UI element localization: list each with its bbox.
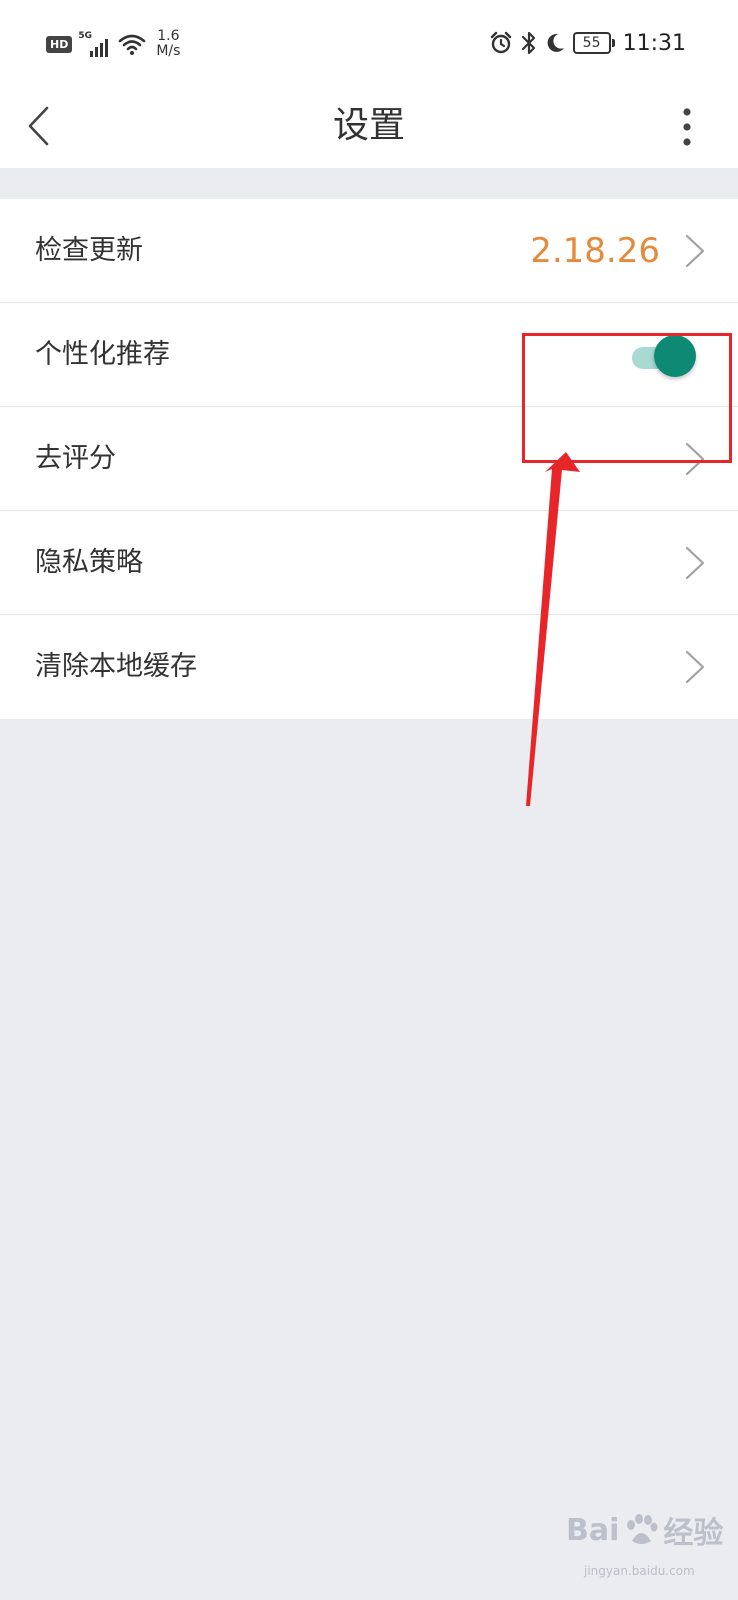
watermark-brand: Bai (566, 1512, 620, 1548)
network-speed: 1.6 M/s (156, 29, 180, 59)
navigation-bar: 设置 (0, 84, 738, 168)
privacy-policy-label: 隐私策略 (35, 547, 143, 578)
baidu-jingyan-watermark: Bai 经验 (566, 1508, 723, 1552)
chevron-right-icon (685, 546, 705, 580)
wifi-icon (119, 34, 146, 55)
more-vertical-icon (683, 108, 691, 146)
battery-indicator: 55 (572, 32, 615, 54)
paw-logo-icon (627, 1514, 658, 1544)
rate-app-label: 去评分 (35, 443, 116, 474)
watermark-brand-cn: 经验 (663, 1516, 724, 1551)
check-update-label: 检查更新 (35, 235, 143, 266)
annotation-highlight-box (522, 333, 732, 463)
version-number: 2.18.26 (530, 231, 660, 271)
status-time: 11:31 (622, 30, 686, 56)
check-update-item[interactable]: 检查更新 2.18.26 (0, 199, 738, 303)
alarm-icon (490, 31, 511, 54)
privacy-policy-item[interactable]: 隐私策略 (0, 511, 738, 615)
chevron-right-icon (685, 650, 705, 684)
page-title: 设置 (332, 105, 405, 146)
status-bar: HD 5G 1.6 M/s 55 11:31 (0, 0, 738, 84)
personalized-recommendation-label: 个性化推荐 (35, 339, 170, 370)
network-speed-value: 1.6 (157, 28, 180, 44)
do-not-disturb-moon-icon (547, 33, 564, 52)
battery-level: 55 (582, 35, 601, 51)
chevron-right-icon (685, 234, 705, 268)
hd-voice-badge: HD (46, 35, 73, 53)
bluetooth-icon (521, 31, 535, 55)
watermark-url: jingyan.baidu.com (584, 1564, 695, 1578)
status-right-icons: 55 11:31 (489, 26, 686, 60)
more-options-button[interactable] (672, 102, 702, 152)
clear-cache-label: 清除本地缓存 (35, 651, 197, 682)
network-speed-unit: M/s (156, 43, 181, 59)
status-left-icons: HD 5G 1.6 M/s (46, 26, 180, 62)
clear-cache-item[interactable]: 清除本地缓存 (0, 615, 738, 719)
cellular-signal-icon: 5G (78, 31, 112, 57)
